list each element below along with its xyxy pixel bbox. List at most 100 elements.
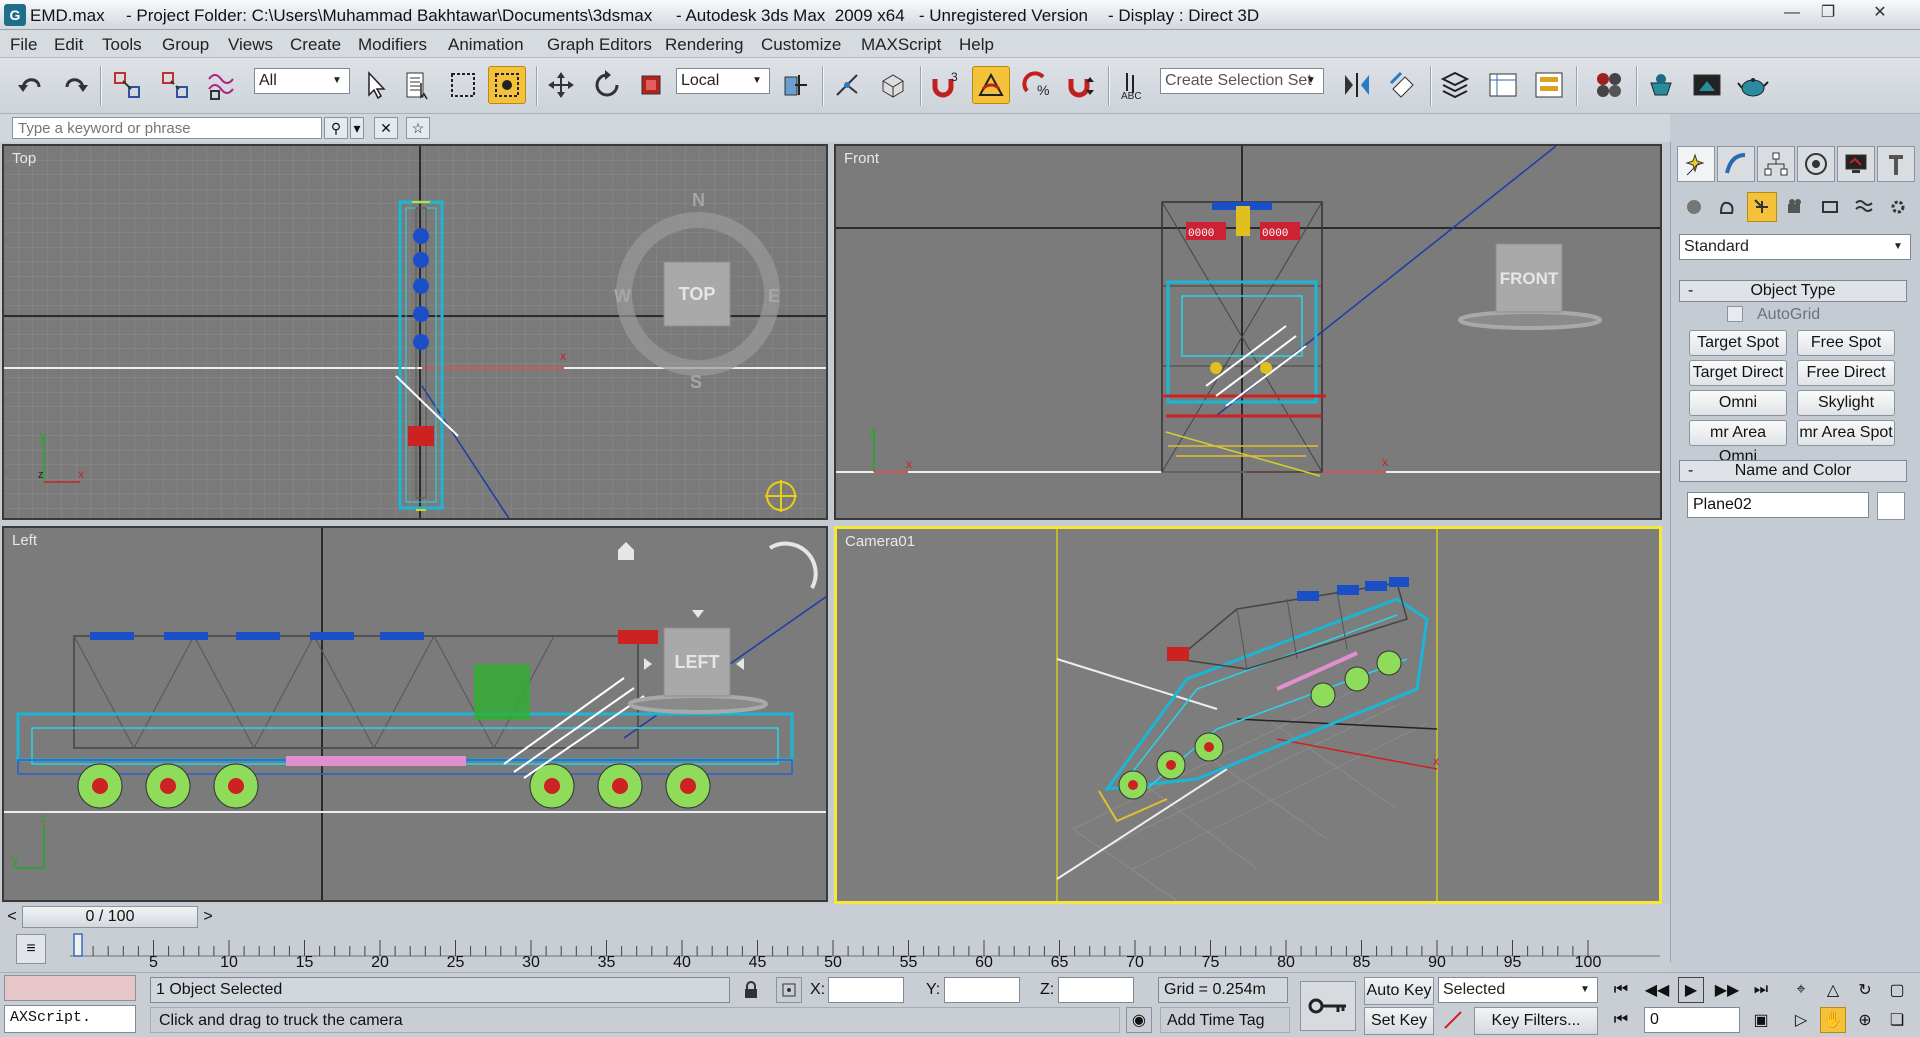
key-filters-button[interactable]: Key Filters... bbox=[1474, 1007, 1598, 1035]
go-to-start-icon[interactable]: ⏮ bbox=[1608, 977, 1634, 1003]
mr-area-spot-button[interactable]: mr Area Spot bbox=[1797, 420, 1895, 446]
next-frame-icon[interactable]: ▶▶ bbox=[1714, 977, 1740, 1003]
rectangular-selection-region-icon[interactable] bbox=[444, 66, 482, 104]
auto-key-button[interactable]: Auto Key bbox=[1364, 977, 1434, 1005]
undo-icon[interactable] bbox=[12, 66, 50, 104]
absolute-mode-transform-icon[interactable] bbox=[776, 977, 802, 1003]
search-options-chevron-icon[interactable]: ▾ bbox=[350, 117, 364, 139]
material-editor-icon[interactable] bbox=[1590, 66, 1628, 104]
motion-tab-icon[interactable] bbox=[1797, 146, 1835, 182]
search-icon[interactable]: ⚲ bbox=[324, 117, 348, 139]
viewport-front[interactable]: x 0000 0000 z x FRONT Front bbox=[834, 144, 1662, 520]
rollout-name-and-color[interactable]: - Name and Color bbox=[1679, 460, 1907, 482]
menu-graph-editors[interactable]: Graph Editors bbox=[547, 35, 652, 55]
free-spot-button[interactable]: Free Spot bbox=[1797, 330, 1895, 356]
y-coordinate-field[interactable] bbox=[944, 977, 1020, 1003]
previous-frame-icon[interactable]: ◀◀ bbox=[1644, 977, 1670, 1003]
close-button[interactable]: ✕ bbox=[1864, 2, 1896, 26]
modify-tab-icon[interactable] bbox=[1717, 146, 1755, 182]
percent-snap-toggle-icon[interactable]: % bbox=[1018, 66, 1056, 104]
redo-icon[interactable] bbox=[56, 66, 94, 104]
select-and-scale-icon[interactable] bbox=[632, 66, 670, 104]
layer-manager-icon[interactable] bbox=[1436, 66, 1474, 104]
systems-category-icon[interactable] bbox=[1883, 192, 1913, 222]
z-coordinate-field[interactable] bbox=[1058, 977, 1134, 1003]
viewport-label-left[interactable]: Left bbox=[12, 532, 37, 549]
object-color-swatch[interactable] bbox=[1877, 492, 1905, 520]
shapes-category-icon[interactable] bbox=[1713, 192, 1743, 222]
menu-modifiers[interactable]: Modifiers bbox=[358, 35, 427, 55]
pan-hand-icon[interactable]: ✋ bbox=[1820, 1007, 1846, 1033]
infocenter-icon[interactable]: ✕ bbox=[374, 117, 398, 139]
edit-named-selection-sets-icon[interactable]: ABC bbox=[1114, 66, 1152, 104]
zoom-extents-icon[interactable]: ▢ bbox=[1884, 977, 1910, 1003]
geometry-category-icon[interactable] bbox=[1679, 192, 1709, 222]
menu-animation[interactable]: Animation bbox=[448, 35, 524, 55]
default-in-out-tangent-icon[interactable] bbox=[1440, 1007, 1466, 1033]
use-pivot-center-icon[interactable] bbox=[776, 66, 814, 104]
object-name-field[interactable]: Plane02 bbox=[1687, 492, 1869, 518]
maxscript-listener-mini[interactable] bbox=[4, 975, 136, 1001]
window-crossing-icon[interactable] bbox=[488, 66, 526, 104]
menu-group[interactable]: Group bbox=[162, 35, 209, 55]
time-tag-icon[interactable]: ◉ bbox=[1126, 1007, 1152, 1033]
viewcube-top-face[interactable]: TOP bbox=[679, 284, 716, 304]
create-tab-icon[interactable] bbox=[1677, 146, 1715, 182]
schematic-view-icon[interactable] bbox=[1530, 66, 1568, 104]
favorites-star-icon[interactable]: ☆ bbox=[406, 117, 430, 139]
time-configuration-icon[interactable]: ▣ bbox=[1748, 1007, 1774, 1033]
autogrid-checkbox[interactable] bbox=[1727, 306, 1743, 322]
play-icon[interactable]: ▶ bbox=[1678, 977, 1704, 1003]
skylight-button[interactable]: Skylight bbox=[1797, 390, 1895, 416]
viewcube-left-face[interactable]: LEFT bbox=[675, 652, 720, 672]
bind-to-space-warp-icon[interactable] bbox=[202, 66, 240, 104]
key-mode-toggle-icon[interactable]: ⏮ bbox=[1608, 1007, 1634, 1033]
viewport-left[interactable]: z y LEFT Left bbox=[2, 526, 828, 902]
spinner-snap-toggle-icon[interactable] bbox=[1062, 66, 1100, 104]
align-icon[interactable] bbox=[1384, 66, 1422, 104]
menu-create[interactable]: Create bbox=[290, 35, 341, 55]
mr-area-omni-button[interactable]: mr Area Omni bbox=[1689, 420, 1787, 465]
zoom-all-icon[interactable]: △ bbox=[1820, 977, 1846, 1003]
set-key-button[interactable]: Set Key bbox=[1364, 1007, 1434, 1035]
viewport-top[interactable]: x y x z N E S W TOP Top bbox=[2, 144, 828, 520]
mini-curve-editor-icon[interactable]: ≡ bbox=[16, 934, 46, 964]
key-mode-dropdown[interactable]: Selected ▼ bbox=[1438, 977, 1598, 1003]
curve-editor-icon[interactable] bbox=[1484, 66, 1522, 104]
hierarchy-tab-icon[interactable] bbox=[1757, 146, 1795, 182]
named-selection-set-dropdown[interactable]: Create Selection Set ▼ bbox=[1160, 68, 1324, 94]
viewport-camera[interactable]: x Camera01 bbox=[834, 526, 1662, 904]
viewport-label-front[interactable]: Front bbox=[844, 150, 879, 167]
select-and-link-icon[interactable] bbox=[108, 66, 146, 104]
orbit-camera-icon[interactable]: ⊕ bbox=[1852, 1007, 1878, 1033]
maximize-viewport-icon[interactable]: ❏ bbox=[1884, 1007, 1910, 1033]
render-setup-icon[interactable] bbox=[1642, 66, 1680, 104]
select-and-move-icon[interactable] bbox=[542, 66, 580, 104]
target-direct-button[interactable]: Target Direct bbox=[1689, 360, 1787, 386]
select-by-name-icon[interactable] bbox=[398, 66, 436, 104]
keyboard-shortcut-override-icon[interactable] bbox=[874, 66, 912, 104]
unlink-selection-icon[interactable] bbox=[156, 66, 194, 104]
add-time-tag[interactable]: Add Time Tag bbox=[1160, 1007, 1290, 1033]
selection-lock-icon[interactable] bbox=[738, 977, 764, 1003]
menu-edit[interactable]: Edit bbox=[54, 35, 83, 55]
space-warps-category-icon[interactable] bbox=[1849, 192, 1879, 222]
target-spot-button[interactable]: Target Spot bbox=[1689, 330, 1787, 356]
3dsmax-app-icon[interactable]: G bbox=[4, 4, 26, 26]
cameras-category-icon[interactable] bbox=[1781, 192, 1811, 222]
selection-filter-dropdown[interactable]: All ▼ bbox=[254, 68, 350, 94]
viewport-label-camera[interactable]: Camera01 bbox=[845, 533, 915, 550]
current-frame-field[interactable]: 0 bbox=[1644, 1007, 1740, 1033]
display-tab-icon[interactable] bbox=[1837, 146, 1875, 182]
mirror-icon[interactable] bbox=[1338, 66, 1376, 104]
reference-coordinate-dropdown[interactable]: Local ▼ bbox=[676, 68, 770, 94]
go-to-end-icon[interactable]: ⏭ bbox=[1748, 977, 1774, 1003]
angle-snap-toggle-icon[interactable] bbox=[972, 66, 1010, 104]
viewcube-front-face[interactable]: FRONT bbox=[1500, 269, 1559, 288]
rendered-frame-window-icon[interactable] bbox=[1688, 66, 1726, 104]
set-key-key-icon[interactable] bbox=[1300, 981, 1356, 1031]
menu-views[interactable]: Views bbox=[228, 35, 273, 55]
select-and-rotate-icon[interactable] bbox=[588, 66, 626, 104]
x-coordinate-field[interactable] bbox=[828, 977, 904, 1003]
omni-button[interactable]: Omni bbox=[1689, 390, 1787, 416]
